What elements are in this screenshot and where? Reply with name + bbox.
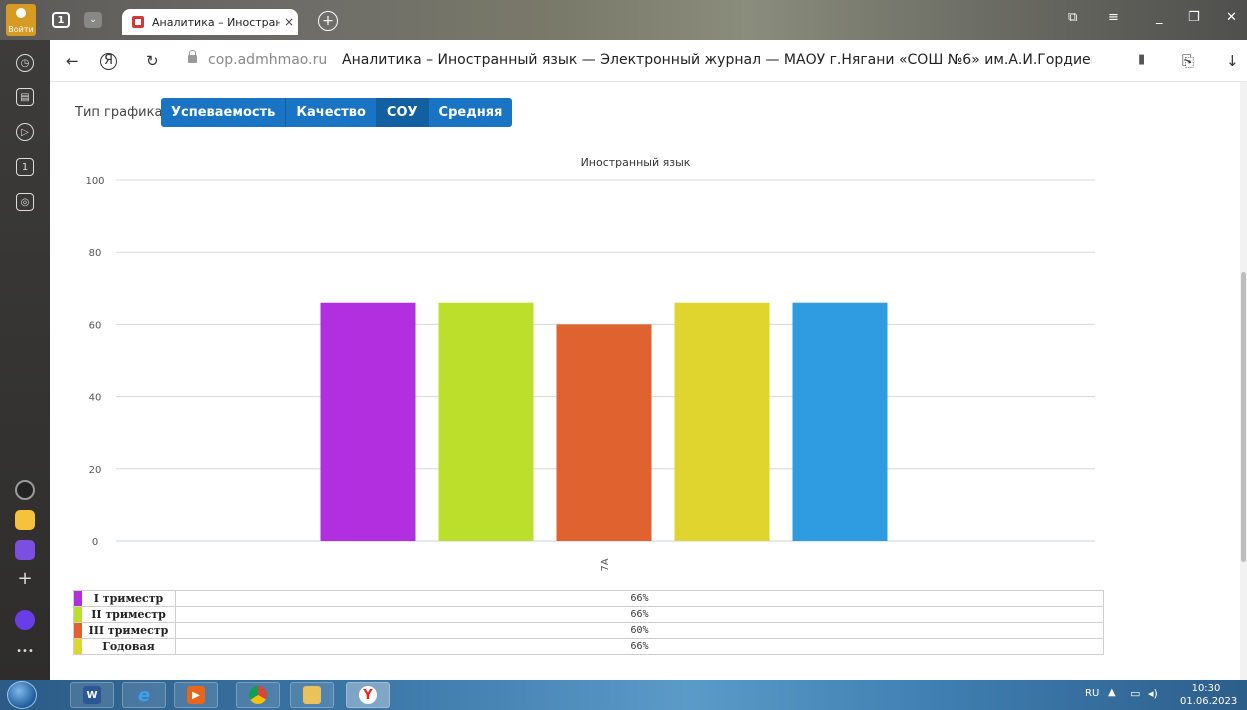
more-icon[interactable]: ••• <box>15 646 35 666</box>
legend-series-label: II триместр <box>91 608 166 621</box>
network-icon[interactable]: ▭ <box>1130 687 1140 700</box>
back-icon[interactable]: ← <box>66 52 79 70</box>
messenger-icon[interactable] <box>15 540 35 560</box>
assistant-icon[interactable] <box>15 610 35 630</box>
favicon-icon <box>132 16 144 28</box>
menu-icon[interactable]: ≡ <box>1108 10 1119 25</box>
y-tick-label: 60 <box>89 320 102 331</box>
legend-swatch <box>74 591 82 606</box>
collections-icon[interactable]: ▤ <box>16 88 34 106</box>
close-tab-icon[interactable]: × <box>284 15 294 29</box>
login-label: Войти <box>8 25 34 34</box>
tabs-counter-icon[interactable]: 1 <box>16 158 34 176</box>
legend-series-label: III триместр <box>88 624 169 637</box>
legend-table: I триместр 66% II триместр 66% III триместр 6… <box>73 590 1104 655</box>
word-icon: W <box>83 686 101 704</box>
bar <box>674 302 770 541</box>
download-icon[interactable]: ↓ <box>1226 52 1239 70</box>
chrome-icon <box>249 686 267 704</box>
y-tick-label: 80 <box>89 248 102 259</box>
legend-swatch <box>74 623 82 638</box>
taskbar-player[interactable]: ▶ <box>174 682 218 708</box>
bar <box>556 324 652 541</box>
taskbar-yandex[interactable]: Y <box>346 682 390 708</box>
taskbar-explorer[interactable] <box>290 682 334 708</box>
reload-icon[interactable]: ↻ <box>146 52 159 70</box>
bar <box>438 302 534 541</box>
yandex-icon[interactable]: Я <box>100 53 117 70</box>
y-tick-label: 100 <box>85 176 104 187</box>
legend-series-name: II триместр <box>73 606 176 623</box>
legend-series-name: III триместр <box>73 622 176 639</box>
new-tab-button[interactable]: + <box>318 11 338 31</box>
tab-counter[interactable]: 1 <box>52 12 70 28</box>
y-tick-label: 40 <box>89 393 102 404</box>
bar-chart: Иностранный язык 0 20 40 60 80 100 7А <box>85 156 1095 572</box>
legend-row: I триместр 66% <box>73 590 1104 607</box>
legend-row: II триместр 66% <box>73 606 1104 623</box>
scrollbar-thumb[interactable] <box>1241 272 1246 562</box>
legend-series-name: Годовая <box>73 638 176 655</box>
legend-series-value: 66% <box>175 590 1104 607</box>
url-host[interactable]: cop.admhmao.ru <box>208 52 327 68</box>
clock-date: 01.06.2023 <box>1180 696 1238 707</box>
language-indicator[interactable]: RU <box>1085 688 1099 699</box>
close-window-icon[interactable]: ✕ <box>1226 10 1237 25</box>
legend-series-value: 60% <box>175 622 1104 639</box>
ie-icon: e <box>137 684 151 706</box>
play-icon[interactable]: ▷ <box>16 123 34 141</box>
browser-titlebar: Войти 1 ⌄ Аналитика – Иностранн × + ⧉ ≡ … <box>0 0 1247 40</box>
volume-icon[interactable]: ◂) <box>1148 687 1158 700</box>
lock-icon[interactable] <box>188 50 197 63</box>
y-tick-label: 20 <box>89 465 102 476</box>
legend-series-label: Годовая <box>102 640 155 653</box>
history-icon[interactable]: ◷ <box>16 54 34 72</box>
page-content: Тип графика: Успеваемость Качество СОУ С… <box>50 82 1240 680</box>
minimize-icon[interactable]: _ <box>1156 10 1163 25</box>
chart-title: Иностранный язык <box>581 156 691 169</box>
y-tick-label: 0 <box>92 537 98 548</box>
legend-swatch <box>74 607 82 622</box>
taskbar-chrome[interactable] <box>236 682 280 708</box>
legend-series-label: I триместр <box>93 592 164 605</box>
legend-row: Годовая 66% <box>73 638 1104 655</box>
bar <box>792 302 888 541</box>
folder-icon <box>303 686 321 704</box>
clock[interactable]: 10:30 01.06.2023 <box>1180 682 1238 708</box>
start-button[interactable] <box>7 681 37 709</box>
bar <box>320 302 416 541</box>
address-bar: ← Я ↻ cop.admhmao.ru Аналитика – Иностра… <box>50 40 1247 82</box>
login-button[interactable]: Войти <box>6 4 36 36</box>
restore-icon[interactable]: ❐ <box>1188 10 1200 25</box>
share-icon[interactable]: ⎘ <box>1182 52 1194 70</box>
taskbar-word[interactable]: W <box>70 682 114 708</box>
screenshot-icon[interactable]: ◎ <box>16 193 34 211</box>
active-tab[interactable]: Аналитика – Иностранн × <box>122 9 298 35</box>
mail-icon[interactable] <box>15 510 35 530</box>
yandex-browser-icon: Y <box>359 686 377 704</box>
bookmark-icon[interactable]: ▮ <box>1138 52 1145 67</box>
legend-series-name: I триместр <box>73 590 176 607</box>
windows-taskbar: W e ▶ Y RU ▲ ▭ ◂) 10:30 01.06.2023 <box>0 680 1247 710</box>
legend-row: III триместр 60% <box>73 622 1104 639</box>
legend-series-value: 66% <box>175 606 1104 623</box>
tab-title: Аналитика – Иностранн <box>152 15 280 29</box>
alice-app-icon[interactable] <box>15 480 35 500</box>
tray-expand-icon[interactable]: ▲ <box>1108 687 1116 698</box>
legend-series-value: 66% <box>175 638 1104 655</box>
add-icon[interactable]: + <box>15 570 35 590</box>
tabs-layout-icon[interactable]: ⧉ <box>1068 10 1077 25</box>
x-tick-label: 7А <box>600 558 611 571</box>
browser-sidebar: ◷ ▤ ▷ 1 ◎ + ••• <box>0 40 50 680</box>
media-player-icon: ▶ <box>187 686 205 704</box>
chevron-down-icon[interactable]: ⌄ <box>84 12 102 28</box>
legend-swatch <box>74 639 82 654</box>
user-icon <box>16 8 26 18</box>
taskbar-ie[interactable]: e <box>122 682 166 708</box>
clock-time: 10:30 <box>1191 683 1221 694</box>
url-title[interactable]: Аналитика – Иностранный язык — Электронн… <box>342 52 1092 68</box>
